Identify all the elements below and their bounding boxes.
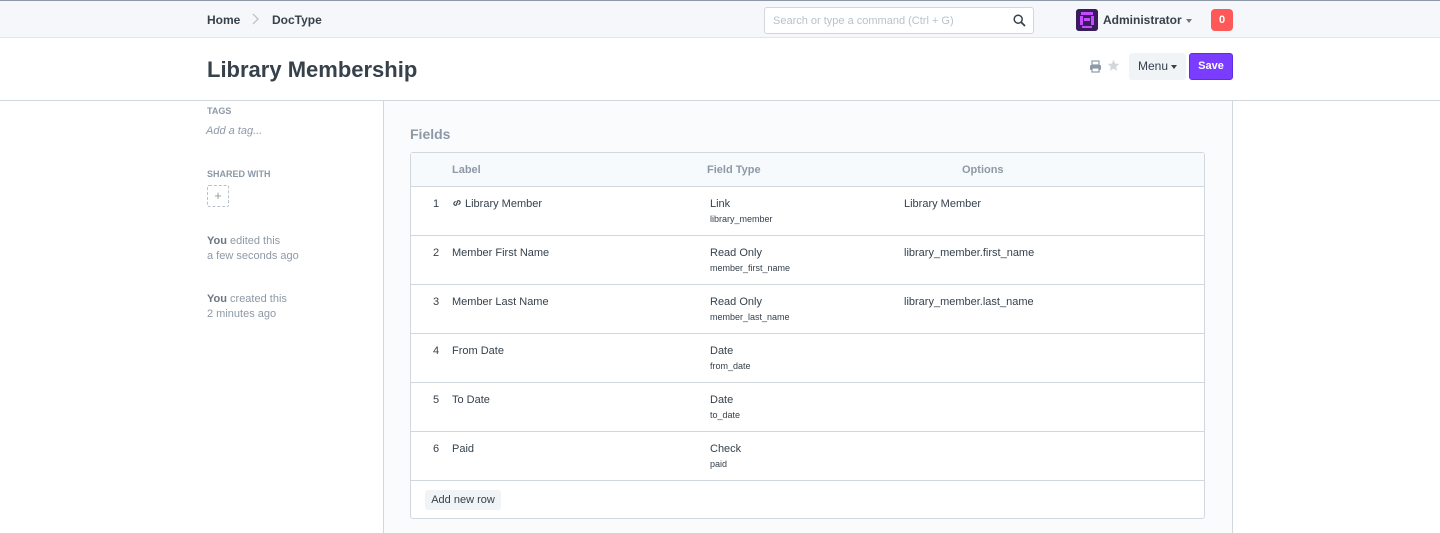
avatar-image (1076, 9, 1098, 31)
chevron-right-icon (252, 13, 259, 25)
row-label[interactable]: Member Last Name (452, 296, 549, 308)
activity-user: You (207, 235, 227, 247)
grid-row[interactable]: 6 Paid Check paid (411, 432, 1204, 481)
add-share-button[interactable]: + (207, 185, 229, 207)
row-field-type[interactable]: Check (710, 443, 741, 455)
row-index: 3 (433, 296, 440, 308)
tags-heading: TAGS (207, 106, 232, 116)
row-field-type[interactable]: Link (710, 198, 730, 210)
page-head: Library Membership Menu Save (0, 38, 1440, 101)
save-button[interactable]: Save (1189, 53, 1233, 80)
row-fieldname: to_date (710, 410, 741, 420)
link-icon (453, 200, 461, 206)
grid-header: Label Field Type Options (411, 153, 1204, 187)
row-index: 5 (433, 394, 440, 406)
grid-row[interactable]: 2 Member First Name Read Only member_fir… (411, 236, 1204, 285)
notification-badge[interactable]: 0 (1211, 9, 1233, 31)
star-icon[interactable] (1107, 59, 1120, 72)
print-icon[interactable] (1089, 60, 1102, 73)
search-bar[interactable] (764, 7, 1034, 34)
row-label[interactable]: Member First Name (452, 247, 549, 259)
column-header-field-type: Field Type (707, 164, 761, 176)
search-icon[interactable] (1013, 14, 1026, 27)
row-index: 4 (433, 345, 440, 357)
activity-action: created this (226, 293, 287, 305)
activity-time: 2 minutes ago (207, 308, 277, 320)
menu-button-label: Menu (1137, 59, 1169, 73)
row-index: 6 (433, 443, 440, 455)
navbar: Home DocType Administrator 0 (0, 0, 1440, 38)
user-name: Administrator (1103, 13, 1182, 27)
user-menu[interactable]: Administrator (1103, 13, 1192, 27)
grid-row[interactable]: 5 To Date Date to_date (411, 383, 1204, 432)
row-label[interactable]: To Date (452, 394, 490, 406)
user-avatar[interactable] (1076, 9, 1098, 31)
row-fieldname: paid (710, 459, 728, 469)
row-label-cell[interactable]: Library Member (452, 198, 542, 210)
breadcrumb-home[interactable]: Home (207, 13, 240, 27)
column-header-label: Label (452, 164, 481, 176)
activity-item: You created this 2 minutes ago (207, 292, 287, 322)
row-options[interactable]: library_member.first_name (904, 247, 1034, 259)
activity-item: You edited this a few seconds ago (207, 234, 299, 264)
row-field-type[interactable]: Date (710, 345, 733, 357)
row-field-type[interactable]: Read Only (710, 247, 762, 259)
grid-row[interactable]: 4 From Date Date from_date (411, 334, 1204, 383)
add-new-row-button[interactable]: Add new row (425, 490, 501, 510)
fields-grid: Label Field Type Options 1 Library Membe… (410, 152, 1205, 519)
breadcrumb-doctype[interactable]: DocType (272, 13, 322, 27)
caret-down-icon (1185, 18, 1192, 23)
row-label[interactable]: Paid (452, 443, 474, 455)
row-label: Library Member (465, 198, 543, 210)
grid-row[interactable]: 1 Library Member Link library_member Lib… (411, 187, 1204, 236)
row-index: 2 (433, 247, 440, 259)
activity-time: a few seconds ago (207, 250, 299, 262)
column-header-options: Options (962, 164, 1004, 176)
grid-row[interactable]: 3 Member Last Name Read Only member_last… (411, 285, 1204, 334)
row-fieldname: library_member (710, 214, 773, 224)
row-label[interactable]: From Date (452, 345, 504, 357)
page-title: Library Membership (207, 57, 418, 82)
row-options[interactable]: Library Member (904, 198, 981, 210)
row-fieldname: from_date (710, 361, 751, 371)
row-field-type[interactable]: Date (710, 394, 733, 406)
row-fieldname: member_last_name (710, 312, 790, 322)
activity-user: You (207, 293, 227, 305)
caret-down-icon (1171, 64, 1178, 69)
row-options[interactable]: library_member.last_name (904, 296, 1034, 308)
shared-with-heading: SHARED WITH (207, 169, 271, 179)
activity-action: edited this (226, 235, 281, 247)
row-index: 1 (433, 198, 440, 210)
row-fieldname: member_first_name (710, 263, 791, 273)
menu-button[interactable]: Menu (1129, 53, 1186, 80)
search-input[interactable] (773, 13, 1008, 29)
add-tag-link[interactable]: Add a tag... (206, 125, 262, 137)
fields-section-title: Fields (410, 126, 451, 142)
row-field-type[interactable]: Read Only (710, 296, 762, 308)
